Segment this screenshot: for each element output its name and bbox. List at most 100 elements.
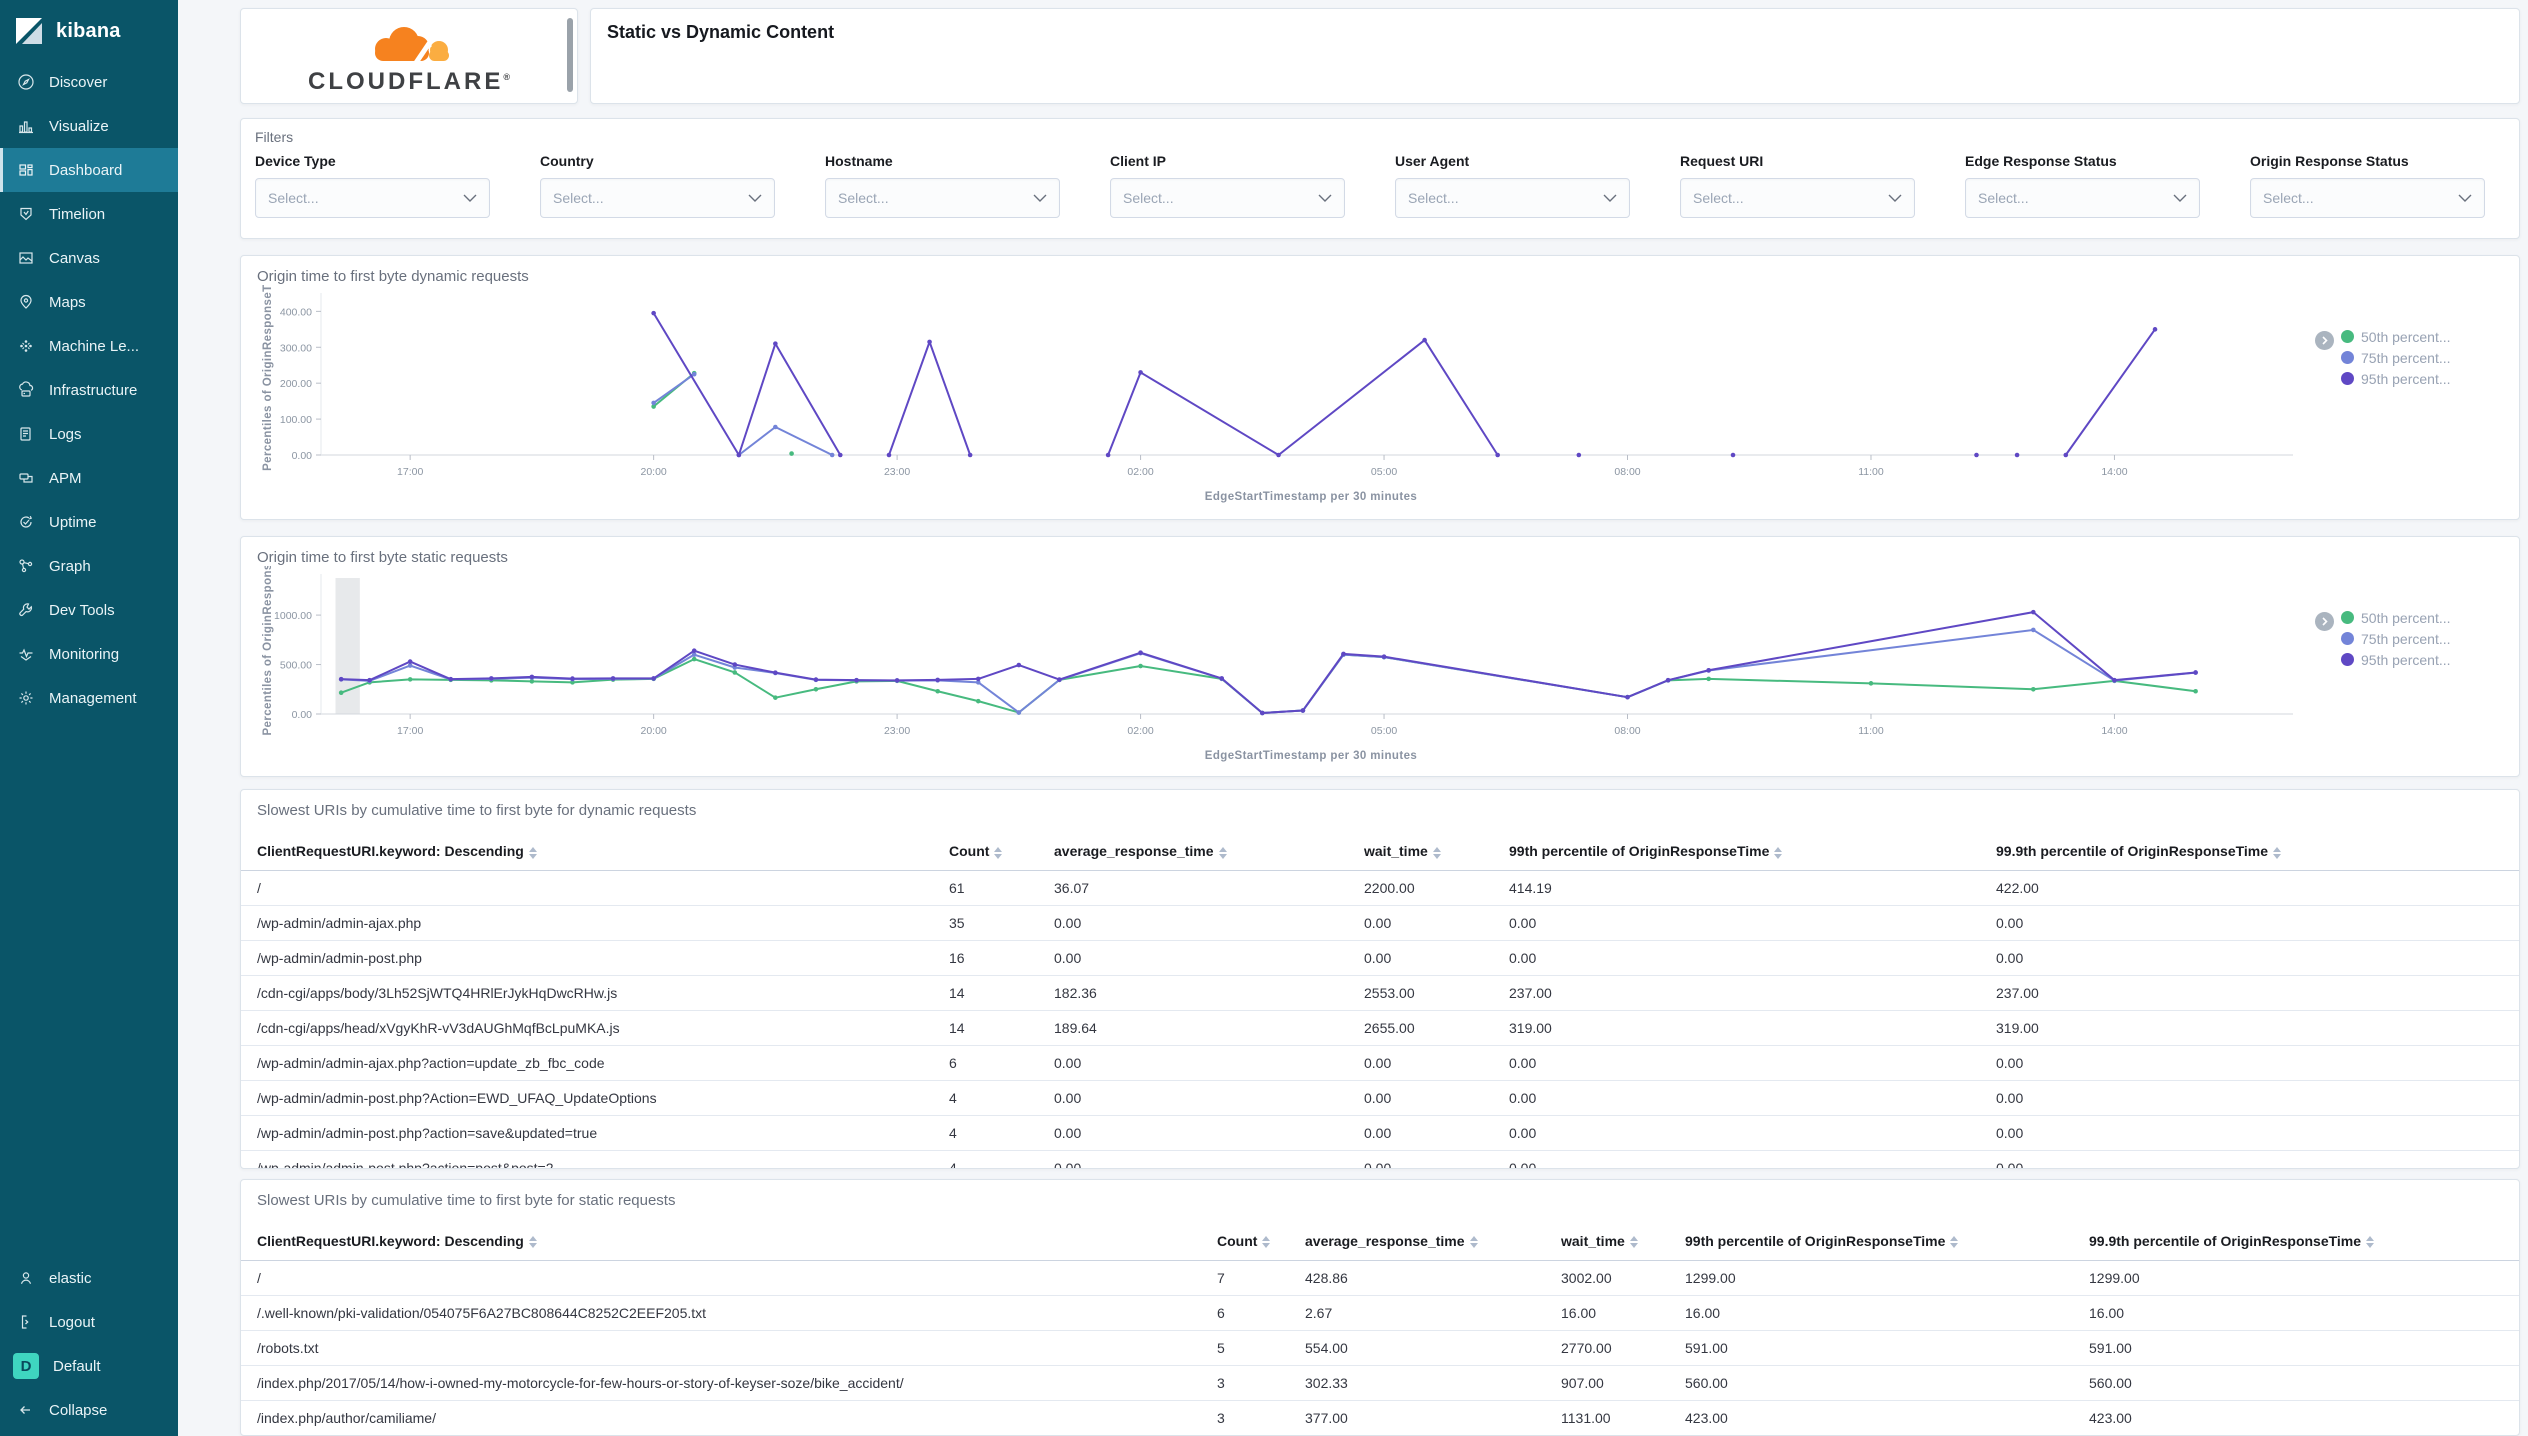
legend-dot bbox=[2341, 330, 2354, 344]
table-cell: 16.00 bbox=[1553, 1295, 1677, 1331]
filter-select[interactable]: Select... bbox=[825, 178, 1060, 218]
sidebar-item-collapse[interactable]: Collapse bbox=[0, 1388, 178, 1432]
column-header[interactable]: 99th percentile of OriginResponseTime bbox=[1677, 1222, 2081, 1261]
filter-select[interactable]: Select... bbox=[1110, 178, 1345, 218]
kibana-logo[interactable]: kibana bbox=[0, 0, 178, 60]
svg-text:11:00: 11:00 bbox=[1858, 466, 1884, 478]
sort-icon[interactable] bbox=[1218, 846, 1227, 859]
sidebar-item-logout[interactable]: Logout bbox=[0, 1300, 178, 1344]
legend-item[interactable]: 75th percent... bbox=[2341, 350, 2503, 366]
table-cell: 189.64 bbox=[1046, 1010, 1356, 1047]
table-row: /index.php/author/camiliame/ 3 377.00 11… bbox=[241, 1400, 2519, 1435]
sidebar-item-machine-learning[interactable]: Machine Le... bbox=[0, 324, 178, 368]
timelion-icon bbox=[20, 207, 32, 221]
column-header[interactable]: 99.9th percentile of OriginResponseTime bbox=[1988, 833, 2519, 872]
table-cell: 6 bbox=[941, 1045, 1046, 1082]
column-header[interactable]: ClientRequestURI.keyword: Descending bbox=[241, 833, 941, 872]
table-cell: 0.00 bbox=[1501, 940, 1988, 977]
svg-text:17:00: 17:00 bbox=[397, 466, 423, 478]
table-title: Slowest URIs by cumulative time to first… bbox=[257, 802, 697, 820]
sidebar-item-management[interactable]: Management bbox=[0, 676, 178, 720]
sidebar-item-infrastructure[interactable]: Infrastructure bbox=[0, 368, 178, 412]
select-placeholder: Select... bbox=[1693, 190, 1744, 206]
filter-select[interactable]: Select... bbox=[2250, 178, 2485, 218]
table-cell: 0.00 bbox=[1501, 1080, 1988, 1117]
legend-item[interactable]: 95th percent... bbox=[2341, 652, 2503, 668]
sort-icon[interactable] bbox=[2273, 846, 2282, 859]
sidebar-item-visualize[interactable]: Visualize bbox=[0, 104, 178, 148]
table-cell: /wp-admin/admin-post.php?Action=EWD_UFAQ… bbox=[241, 1080, 941, 1117]
sidebar-item-uptime[interactable]: Uptime bbox=[0, 500, 178, 544]
management-icon bbox=[19, 691, 33, 705]
chart-canvas[interactable]: 0.00 100.00 200.00 300.00 400.00 17:00 20:00 23… bbox=[257, 285, 2313, 507]
sidebar-item-graph[interactable]: Graph bbox=[0, 544, 178, 588]
column-header[interactable]: ClientRequestURI.keyword: Descending bbox=[241, 1222, 1209, 1261]
table-row: /wp-admin/admin-post.php 16 0.00 0.00 0.… bbox=[241, 940, 2519, 977]
table-cell: 414.19 bbox=[1501, 870, 1988, 907]
column-header[interactable]: Count bbox=[941, 833, 1046, 872]
legend-expand-icon[interactable] bbox=[2315, 611, 2334, 631]
table-header-row: ClientRequestURI.keyword: Descending Cou… bbox=[241, 833, 2519, 872]
column-header[interactable]: average_response_time bbox=[1046, 833, 1356, 872]
sidebar-item-default-space[interactable]: D Default bbox=[0, 1344, 178, 1388]
sort-icon[interactable] bbox=[2366, 1236, 2375, 1249]
sidebar-item-user[interactable]: elastic bbox=[0, 1256, 178, 1300]
table-cell: /wp-admin/admin-post.php bbox=[241, 940, 941, 977]
chart-canvas[interactable]: 0.00 500.00 1000.00 17:00 20:00 23:00 02:00 05:… bbox=[257, 566, 2313, 766]
sidebar-item-monitoring[interactable]: Monitoring bbox=[0, 632, 178, 676]
legend-item[interactable]: 50th percent... bbox=[2341, 610, 2503, 626]
filter-select[interactable]: Select... bbox=[1395, 178, 1630, 218]
sidebar-item-apm[interactable]: APM bbox=[0, 456, 178, 500]
column-header[interactable]: Count bbox=[1209, 1222, 1297, 1261]
select-placeholder: Select... bbox=[1123, 190, 1174, 206]
sort-icon[interactable] bbox=[528, 1236, 537, 1249]
sort-icon[interactable] bbox=[1950, 1236, 1959, 1249]
filter-select[interactable]: Select... bbox=[1965, 178, 2200, 218]
filter-select[interactable]: Select... bbox=[1680, 178, 1915, 218]
sort-icon[interactable] bbox=[1262, 1236, 1271, 1249]
table-cell: 237.00 bbox=[1501, 975, 1988, 1012]
column-header[interactable]: average_response_time bbox=[1297, 1222, 1553, 1261]
column-header[interactable]: wait_time bbox=[1356, 833, 1501, 872]
svg-text:1000.00: 1000.00 bbox=[274, 610, 312, 622]
graph-icon bbox=[19, 559, 33, 573]
sort-icon[interactable] bbox=[994, 846, 1003, 859]
panel-scrollbar[interactable] bbox=[567, 18, 573, 92]
table-cell: 3 bbox=[1209, 1365, 1297, 1401]
sort-icon[interactable] bbox=[1774, 846, 1783, 859]
column-header[interactable]: wait_time bbox=[1553, 1222, 1677, 1261]
sidebar-item-discover[interactable]: Discover bbox=[0, 60, 178, 104]
sidebar-item-dev-tools[interactable]: Dev Tools bbox=[0, 588, 178, 632]
column-header[interactable]: 99th percentile of OriginResponseTime bbox=[1501, 833, 1988, 872]
legend-item[interactable]: 50th percent... bbox=[2341, 329, 2503, 345]
sidebar-item-canvas[interactable]: Canvas bbox=[0, 236, 178, 280]
sort-icon[interactable] bbox=[1469, 1236, 1478, 1249]
chevron-down-icon bbox=[2173, 194, 2187, 202]
table-cell: 16.00 bbox=[2081, 1295, 2519, 1331]
legend-item[interactable]: 95th percent... bbox=[2341, 371, 2503, 387]
select-placeholder: Select... bbox=[2263, 190, 2314, 206]
filter-label: Hostname bbox=[825, 153, 893, 169]
sort-icon[interactable] bbox=[528, 846, 537, 859]
table-row: /robots.txt 5 554.00 2770.00 591.00 591.… bbox=[241, 1330, 2519, 1366]
chevron-down-icon bbox=[2458, 194, 2472, 202]
sidebar-item-timelion[interactable]: Timelion bbox=[0, 192, 178, 236]
svg-text:14:00: 14:00 bbox=[2101, 466, 2127, 478]
monitoring-icon bbox=[19, 648, 33, 661]
svg-text:100.00: 100.00 bbox=[280, 414, 312, 426]
sidebar-item-dashboard[interactable]: Dashboard bbox=[0, 148, 178, 192]
sort-icon[interactable] bbox=[1432, 846, 1441, 859]
sort-icon[interactable] bbox=[1629, 1236, 1638, 1249]
legend-expand-icon[interactable] bbox=[2315, 330, 2334, 350]
dashboard-title-panel: Static vs Dynamic Content bbox=[590, 8, 2520, 104]
filter-select[interactable]: Select... bbox=[255, 178, 490, 218]
table-cell: 237.00 bbox=[1988, 975, 2519, 1012]
chart-legend: 50th percent... 75th percent... 95th per… bbox=[2313, 285, 2503, 507]
column-header[interactable]: 99.9th percentile of OriginResponseTime bbox=[2081, 1222, 2519, 1261]
table-cell: 0.00 bbox=[1356, 1045, 1501, 1082]
legend-item[interactable]: 75th percent... bbox=[2341, 631, 2503, 647]
sidebar-item-maps[interactable]: Maps bbox=[0, 280, 178, 324]
filter-select[interactable]: Select... bbox=[540, 178, 775, 218]
chart-title: Origin time to first byte dynamic reques… bbox=[257, 267, 529, 285]
sidebar-item-logs[interactable]: Logs bbox=[0, 412, 178, 456]
